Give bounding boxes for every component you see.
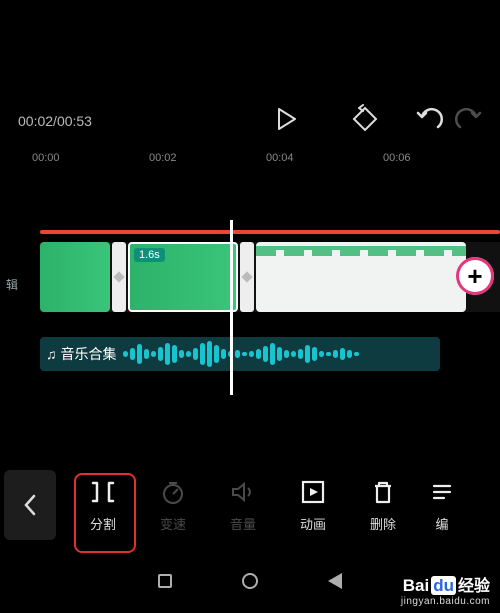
player-bar: 00:02/00:53: [0, 103, 500, 139]
animation-tool[interactable]: 动画: [282, 469, 344, 541]
ruler-tick: 00:04: [266, 152, 383, 170]
speed-icon: [159, 478, 187, 506]
delete-tool[interactable]: 删除: [352, 469, 414, 541]
video-clip[interactable]: [256, 242, 466, 312]
play-button[interactable]: [277, 108, 297, 135]
tool-label: 变速: [160, 514, 186, 533]
back-button[interactable]: [4, 470, 56, 540]
keyframe-button[interactable]: [350, 104, 380, 139]
split-icon: [89, 478, 117, 506]
watermark-brand: du: [431, 576, 456, 595]
trash-icon: [369, 478, 397, 506]
volume-tool[interactable]: 音量: [212, 469, 274, 541]
transition-handle[interactable]: [240, 242, 254, 312]
watermark-brand: Bai: [403, 576, 429, 595]
edit-tool[interactable]: 编: [422, 469, 462, 541]
tool-label: 分割: [90, 514, 116, 533]
time-display: 00:02/00:53: [18, 113, 92, 129]
playhead[interactable]: [230, 220, 233, 395]
timeline-ruler: 00:00 00:02 00:04 00:06: [0, 152, 500, 170]
add-clip-button[interactable]: [456, 257, 494, 295]
audio-track-label: 音乐合集: [61, 344, 117, 364]
tool-label: 音量: [230, 514, 256, 533]
video-clip-selected[interactable]: 1.6s: [128, 242, 238, 312]
edit-icon: [428, 478, 456, 506]
cover-track-line: [40, 230, 500, 234]
ruler-tick: 00:02: [149, 152, 266, 170]
tool-label: 删除: [370, 514, 396, 533]
home-button[interactable]: [242, 573, 258, 589]
tool-label: 编: [435, 514, 448, 533]
redo-button[interactable]: [454, 107, 482, 136]
tool-label: 动画: [300, 514, 326, 533]
time-current: 00:02: [18, 113, 53, 129]
video-clip[interactable]: [40, 242, 110, 312]
tool-strip: 分割 变速 音量 动画 删除 编: [0, 457, 500, 553]
speed-tool[interactable]: 变速: [142, 469, 204, 541]
audio-track[interactable]: ♫ 音乐合集: [40, 337, 440, 371]
time-total: 00:53: [57, 113, 92, 129]
music-note-icon: ♫: [46, 346, 57, 362]
animation-icon: [299, 478, 327, 506]
transition-handle[interactable]: [112, 242, 126, 312]
recent-apps-button[interactable]: [158, 574, 172, 588]
ruler-tick: 00:00: [32, 152, 149, 170]
back-nav-button[interactable]: [328, 573, 342, 589]
audio-waveform: [123, 342, 441, 366]
video-track[interactable]: 1.6s: [40, 242, 500, 312]
watermark-brand: 经验: [458, 578, 490, 595]
left-truncated-label: 辑: [6, 276, 18, 293]
watermark: Baidu经验 jingyan.baidu.com: [401, 572, 490, 607]
volume-icon: [229, 478, 257, 506]
clip-duration-badge: 1.6s: [134, 248, 165, 262]
ruler-tick: 00:06: [383, 152, 500, 170]
undo-button[interactable]: [416, 107, 444, 136]
watermark-url: jingyan.baidu.com: [401, 596, 490, 607]
split-tool[interactable]: 分割: [72, 469, 134, 541]
